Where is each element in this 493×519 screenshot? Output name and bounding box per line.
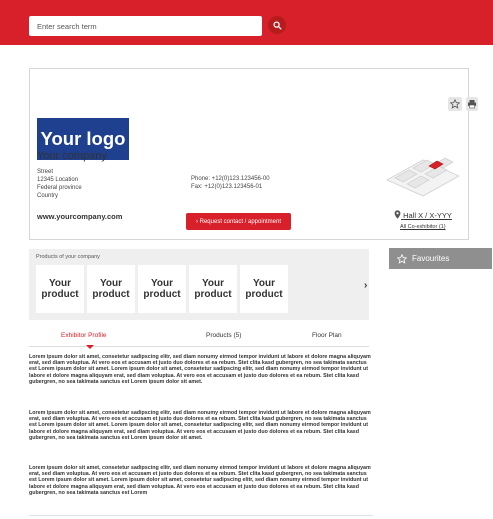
favourites-label: Favourites: [412, 254, 450, 263]
search-icon: [272, 20, 282, 30]
address-street: Street: [37, 169, 54, 175]
description-paragraph: Lorem ipsum dolor sit amet, consetetur s…: [29, 354, 371, 385]
chevron-right-icon[interactable]: ›: [364, 280, 367, 291]
product-tile-line2: product: [245, 289, 283, 300]
search-box: [29, 16, 262, 37]
location-pin-icon: [394, 210, 401, 219]
exhibitor-card: Your logo Your company Street 12345 Loca…: [29, 68, 478, 240]
co-exhibitor-link[interactable]: All Co-exhibitor (1): [400, 224, 446, 230]
company-website-link[interactable]: www.yourcompany.com: [37, 212, 122, 221]
favourites-button[interactable]: Favourites: [389, 248, 492, 269]
product-tile[interactable]: Your product: [138, 265, 186, 313]
product-tile-line1: Your: [150, 278, 174, 289]
print-button[interactable]: [466, 97, 478, 111]
product-tile[interactable]: Your product: [87, 265, 135, 313]
tab-floor-plan[interactable]: Floor Plan: [312, 332, 342, 339]
header-bar: [0, 0, 493, 45]
request-contact-button[interactable]: › Request contact / appointment: [186, 213, 291, 230]
product-tile[interactable]: Your product: [240, 265, 288, 313]
fax-number: Fax: +12(0)123.123456-01: [191, 184, 263, 190]
product-tile-line1: Your: [99, 278, 123, 289]
product-tile-line1: Your: [201, 278, 225, 289]
product-tile-line2: product: [143, 289, 181, 300]
address-country: Country: [37, 193, 59, 199]
address-province: Federal province: [37, 185, 82, 191]
divider: [29, 515, 373, 516]
profile-tabs: Exhibitor Profile Products (5) Floor Pla…: [29, 330, 369, 349]
search-input[interactable]: [29, 16, 262, 37]
description-paragraph: Lorem ipsum dolor sit amet, consetetur s…: [29, 410, 371, 441]
hall-label: Hall X / X-YYY: [403, 211, 452, 220]
product-tile-line1: Your: [48, 278, 72, 289]
company-name: Your company: [37, 150, 107, 162]
tab-exhibitor-profile[interactable]: Exhibitor Profile: [61, 332, 107, 339]
product-tile[interactable]: Your product: [36, 265, 84, 313]
product-tile-line1: Your: [252, 278, 276, 289]
star-icon: [450, 99, 460, 109]
star-icon: [397, 253, 407, 264]
active-tab-indicator: [86, 345, 94, 349]
description-paragraph: Lorem ipsum dolor sit amet, consetetur s…: [29, 465, 371, 496]
product-tile-line2: product: [194, 289, 232, 300]
product-tile-line2: product: [41, 289, 79, 300]
floor-plan-thumbnail[interactable]: [383, 138, 461, 198]
product-tile-line2: product: [92, 289, 130, 300]
phone-number: Phone: +12(0)123.123456-00: [191, 176, 270, 182]
address-location: 12345 Location: [37, 177, 79, 183]
search-button[interactable]: [268, 16, 286, 34]
products-carousel: Products of your company Your product You…: [29, 249, 369, 320]
favourite-star-button[interactable]: [448, 97, 462, 111]
hall-location-link[interactable]: Hall X / X-YYY: [394, 210, 452, 220]
products-section-label: Products of your company: [36, 254, 100, 260]
print-icon: [468, 100, 476, 109]
product-tile[interactable]: Your product: [189, 265, 237, 313]
tab-products[interactable]: Products (5): [206, 332, 241, 339]
